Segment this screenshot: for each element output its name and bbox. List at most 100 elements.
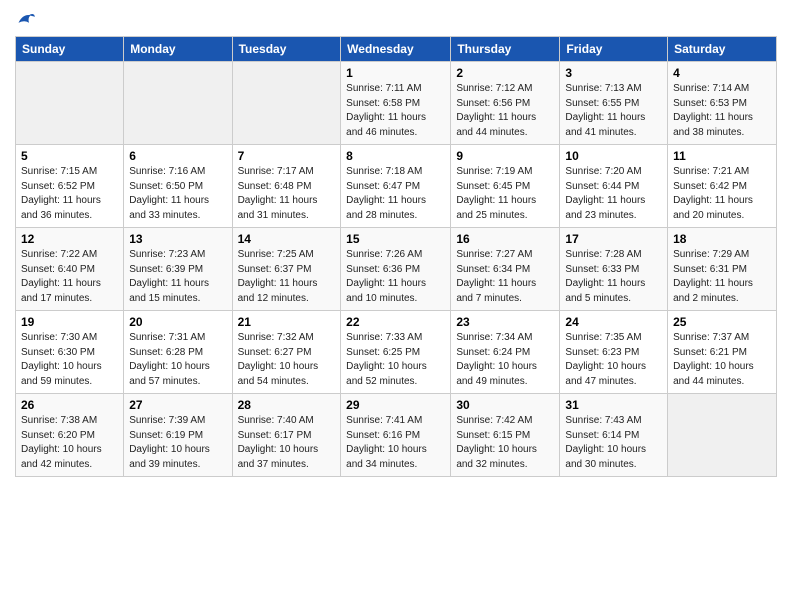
calendar-cell: 10 Sunrise: 7:20 AM Sunset: 6:44 PM Dayli… (560, 145, 668, 228)
day-number: 12 (21, 232, 118, 246)
weekday-header-sunday: Sunday (16, 37, 124, 62)
day-number: 23 (456, 315, 554, 329)
calendar-table: SundayMondayTuesdayWednesdayThursdayFrid… (15, 36, 777, 477)
calendar-week-row: 5 Sunrise: 7:15 AM Sunset: 6:52 PM Daylig… (16, 145, 777, 228)
page-header (15, 10, 777, 28)
day-info: Sunrise: 7:29 AM Sunset: 6:31 PM Dayligh… (673, 248, 771, 306)
calendar-cell: 14 Sunrise: 7:25 AM Sunset: 6:37 PM Dayli… (232, 228, 341, 311)
weekday-header-thursday: Thursday (451, 37, 560, 62)
calendar-cell: 7 Sunrise: 7:17 AM Sunset: 6:48 PM Daylig… (232, 145, 341, 228)
calendar-cell: 27Sunrise: 7:39 AM Sunset: 6:19 PM Dayli… (124, 394, 232, 477)
calendar-cell: 3 Sunrise: 7:13 AM Sunset: 6:55 PM Daylig… (560, 62, 668, 145)
day-info: Sunrise: 7:23 AM Sunset: 6:39 PM Dayligh… (129, 248, 226, 306)
day-info: Sunrise: 7:42 AM Sunset: 6:15 PM Dayligh… (456, 414, 554, 472)
day-number: 2 (456, 66, 554, 80)
day-info: Sunrise: 7:17 AM Sunset: 6:48 PM Dayligh… (238, 165, 336, 223)
calendar-cell: 22Sunrise: 7:33 AM Sunset: 6:25 PM Dayli… (341, 311, 451, 394)
day-number: 11 (673, 149, 771, 163)
day-number: 29 (346, 398, 445, 412)
page-container: SundayMondayTuesdayWednesdayThursdayFrid… (0, 0, 792, 487)
calendar-cell: 8 Sunrise: 7:18 AM Sunset: 6:47 PM Daylig… (341, 145, 451, 228)
day-info: Sunrise: 7:11 AM Sunset: 6:58 PM Dayligh… (346, 82, 445, 140)
day-info: Sunrise: 7:27 AM Sunset: 6:34 PM Dayligh… (456, 248, 554, 306)
day-number: 9 (456, 149, 554, 163)
day-number: 10 (565, 149, 662, 163)
day-info: Sunrise: 7:13 AM Sunset: 6:55 PM Dayligh… (565, 82, 662, 140)
weekday-header-wednesday: Wednesday (341, 37, 451, 62)
day-info: Sunrise: 7:15 AM Sunset: 6:52 PM Dayligh… (21, 165, 118, 223)
day-number: 8 (346, 149, 445, 163)
day-info: Sunrise: 7:37 AM Sunset: 6:21 PM Dayligh… (673, 331, 771, 389)
day-number: 3 (565, 66, 662, 80)
weekday-header-saturday: Saturday (668, 37, 777, 62)
day-number: 30 (456, 398, 554, 412)
calendar-cell: 19Sunrise: 7:30 AM Sunset: 6:30 PM Dayli… (16, 311, 124, 394)
day-info: Sunrise: 7:43 AM Sunset: 6:14 PM Dayligh… (565, 414, 662, 472)
day-number: 15 (346, 232, 445, 246)
day-info: Sunrise: 7:41 AM Sunset: 6:16 PM Dayligh… (346, 414, 445, 472)
calendar-cell: 24Sunrise: 7:35 AM Sunset: 6:23 PM Dayli… (560, 311, 668, 394)
day-number: 18 (673, 232, 771, 246)
day-info: Sunrise: 7:35 AM Sunset: 6:23 PM Dayligh… (565, 331, 662, 389)
calendar-week-row: 26Sunrise: 7:38 AM Sunset: 6:20 PM Dayli… (16, 394, 777, 477)
logo-bird-icon (17, 10, 35, 28)
calendar-cell (124, 62, 232, 145)
calendar-cell: 13 Sunrise: 7:23 AM Sunset: 6:39 PM Dayli… (124, 228, 232, 311)
day-info: Sunrise: 7:34 AM Sunset: 6:24 PM Dayligh… (456, 331, 554, 389)
calendar-cell (232, 62, 341, 145)
calendar-cell: 15Sunrise: 7:26 AM Sunset: 6:36 PM Dayli… (341, 228, 451, 311)
calendar-week-row: 12 Sunrise: 7:22 AM Sunset: 6:40 PM Dayli… (16, 228, 777, 311)
calendar-cell: 21 Sunrise: 7:32 AM Sunset: 6:27 PM Dayli… (232, 311, 341, 394)
calendar-week-row: 1 Sunrise: 7:11 AM Sunset: 6:58 PM Daylig… (16, 62, 777, 145)
calendar-cell: 1 Sunrise: 7:11 AM Sunset: 6:58 PM Daylig… (341, 62, 451, 145)
day-number: 31 (565, 398, 662, 412)
day-number: 7 (238, 149, 336, 163)
day-info: Sunrise: 7:40 AM Sunset: 6:17 PM Dayligh… (238, 414, 336, 472)
day-number: 26 (21, 398, 118, 412)
day-number: 19 (21, 315, 118, 329)
day-info: Sunrise: 7:32 AM Sunset: 6:27 PM Dayligh… (238, 331, 336, 389)
day-number: 28 (238, 398, 336, 412)
day-number: 16 (456, 232, 554, 246)
calendar-cell: 25 Sunrise: 7:37 AM Sunset: 6:21 PM Dayli… (668, 311, 777, 394)
calendar-cell: 23 Sunrise: 7:34 AM Sunset: 6:24 PM Dayli… (451, 311, 560, 394)
day-info: Sunrise: 7:12 AM Sunset: 6:56 PM Dayligh… (456, 82, 554, 140)
day-info: Sunrise: 7:14 AM Sunset: 6:53 PM Dayligh… (673, 82, 771, 140)
day-info: Sunrise: 7:25 AM Sunset: 6:37 PM Dayligh… (238, 248, 336, 306)
calendar-cell: 5 Sunrise: 7:15 AM Sunset: 6:52 PM Daylig… (16, 145, 124, 228)
day-number: 5 (21, 149, 118, 163)
day-number: 13 (129, 232, 226, 246)
calendar-cell: 28 Sunrise: 7:40 AM Sunset: 6:17 PM Dayli… (232, 394, 341, 477)
day-info: Sunrise: 7:19 AM Sunset: 6:45 PM Dayligh… (456, 165, 554, 223)
day-number: 6 (129, 149, 226, 163)
calendar-cell: 11Sunrise: 7:21 AM Sunset: 6:42 PM Dayli… (668, 145, 777, 228)
calendar-cell: 2 Sunrise: 7:12 AM Sunset: 6:56 PM Daylig… (451, 62, 560, 145)
calendar-cell: 26Sunrise: 7:38 AM Sunset: 6:20 PM Dayli… (16, 394, 124, 477)
day-number: 1 (346, 66, 445, 80)
calendar-cell (668, 394, 777, 477)
day-info: Sunrise: 7:20 AM Sunset: 6:44 PM Dayligh… (565, 165, 662, 223)
calendar-cell: 31 Sunrise: 7:43 AM Sunset: 6:14 PM Dayli… (560, 394, 668, 477)
weekday-header-tuesday: Tuesday (232, 37, 341, 62)
calendar-cell: 20Sunrise: 7:31 AM Sunset: 6:28 PM Dayli… (124, 311, 232, 394)
day-info: Sunrise: 7:16 AM Sunset: 6:50 PM Dayligh… (129, 165, 226, 223)
calendar-cell: 12 Sunrise: 7:22 AM Sunset: 6:40 PM Dayli… (16, 228, 124, 311)
weekday-header-monday: Monday (124, 37, 232, 62)
calendar-cell: 30 Sunrise: 7:42 AM Sunset: 6:15 PM Dayli… (451, 394, 560, 477)
day-number: 27 (129, 398, 226, 412)
weekday-header-friday: Friday (560, 37, 668, 62)
day-info: Sunrise: 7:33 AM Sunset: 6:25 PM Dayligh… (346, 331, 445, 389)
day-info: Sunrise: 7:22 AM Sunset: 6:40 PM Dayligh… (21, 248, 118, 306)
day-number: 21 (238, 315, 336, 329)
calendar-cell: 6 Sunrise: 7:16 AM Sunset: 6:50 PM Daylig… (124, 145, 232, 228)
day-info: Sunrise: 7:28 AM Sunset: 6:33 PM Dayligh… (565, 248, 662, 306)
day-info: Sunrise: 7:31 AM Sunset: 6:28 PM Dayligh… (129, 331, 226, 389)
calendar-cell: 9 Sunrise: 7:19 AM Sunset: 6:45 PM Daylig… (451, 145, 560, 228)
logo (15, 10, 35, 28)
day-info: Sunrise: 7:18 AM Sunset: 6:47 PM Dayligh… (346, 165, 445, 223)
day-number: 25 (673, 315, 771, 329)
day-number: 14 (238, 232, 336, 246)
calendar-cell: 16 Sunrise: 7:27 AM Sunset: 6:34 PM Dayli… (451, 228, 560, 311)
calendar-cell: 18 Sunrise: 7:29 AM Sunset: 6:31 PM Dayli… (668, 228, 777, 311)
calendar-week-row: 19Sunrise: 7:30 AM Sunset: 6:30 PM Dayli… (16, 311, 777, 394)
